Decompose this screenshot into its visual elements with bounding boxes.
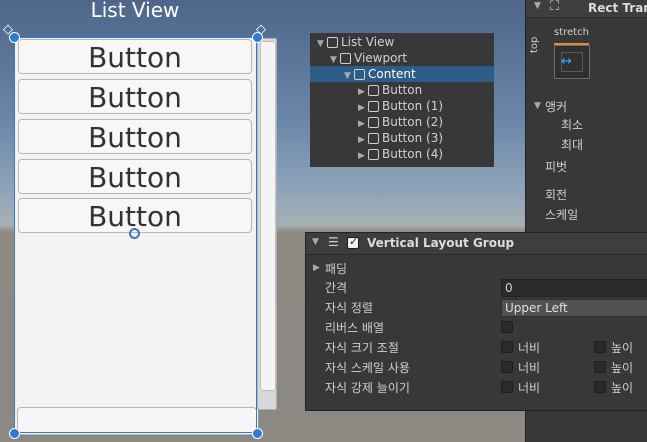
rect-transform-icon: ⛶ (550, 0, 560, 14)
hierarchy-panel: ▼ List View ▼ Viewport ▼ Content ▶ Button ▶ B… (310, 33, 494, 167)
gameobject-cube-icon (368, 149, 379, 160)
hierarchy-item-button[interactable]: ▶ Button (310, 82, 494, 98)
stretch-arrow-icon: ↔ (561, 54, 572, 69)
foldout-arrow-icon[interactable]: ▼ (312, 237, 319, 247)
component-title: Rect Tran (588, 1, 647, 15)
list-view-title: List View (90, 0, 180, 22)
vertical-layout-group-panel: ▼ ☰ Vertical Layout Group ▶ 패딩 간격 0 자식 정… (305, 232, 647, 411)
resize-handle-bottom-right[interactable] (252, 428, 263, 439)
gameobject-cube-icon (354, 69, 365, 80)
width-label: 너비 (518, 361, 541, 375)
control-child-size-label: 자식 크기 조절 (325, 341, 399, 355)
hierarchy-item-label: Button (3) (382, 131, 444, 145)
height-label: 높이 (611, 381, 634, 395)
height-label: 높이 (611, 341, 634, 355)
anchor-min-label: 최소 (561, 118, 584, 132)
anchor-side-label: top (529, 36, 540, 53)
gameobject-cube-icon (327, 37, 338, 48)
child-force-expand-label: 자식 강제 늘이기 (325, 381, 410, 395)
hierarchy-item-label: List View (341, 35, 395, 49)
hierarchy-item-button-4[interactable]: ▶ Button (4) (310, 146, 494, 162)
scale-label: 스케일 (545, 208, 579, 222)
hierarchy-item-content[interactable]: ▼ Content (310, 66, 494, 82)
list-button-3[interactable]: Button (18, 119, 252, 154)
hierarchy-item-list-view[interactable]: ▼ List View (310, 34, 494, 50)
list-button-4[interactable]: Button (18, 159, 252, 194)
child-alignment-dropdown[interactable]: Upper Left (501, 299, 647, 317)
gameobject-cube-icon (368, 85, 379, 96)
control-size-height-checkbox[interactable] (594, 341, 606, 353)
gameobject-cube-icon (368, 101, 379, 112)
gameobject-cube-icon (340, 53, 351, 64)
rotation-label: 회전 (545, 188, 568, 202)
height-label: 높이 (611, 361, 634, 375)
use-scale-height-checkbox[interactable] (594, 361, 606, 373)
list-button-2[interactable]: Button (18, 79, 252, 114)
anchor-preset-label: stretch (554, 27, 589, 38)
pivot-label: 피벗 (545, 160, 568, 174)
component-title: Vertical Layout Group (367, 236, 515, 250)
list-button-1[interactable]: Button (18, 39, 252, 74)
use-scale-width-checkbox[interactable] (501, 361, 513, 373)
anchor-top-right-icon[interactable]: ◇ (256, 22, 266, 37)
hierarchy-item-label: Button (2) (382, 115, 444, 129)
hierarchy-item-label: Button (4) (382, 147, 444, 161)
use-child-scale-label: 자식 스케일 사용 (325, 361, 410, 375)
spacing-label: 간격 (325, 281, 348, 295)
horizontal-scrollbar[interactable] (17, 407, 257, 435)
vertical-scrollbar[interactable] (257, 38, 277, 410)
reverse-arrangement-label: 리버스 배열 (325, 321, 385, 335)
rect-transform-header[interactable]: ▼ ⛶ Rect Tran (526, 0, 647, 18)
collapse-arrow-icon[interactable]: ▶ (358, 148, 368, 164)
force-expand-height-checkbox[interactable] (594, 381, 606, 393)
spacing-field[interactable]: 0 (501, 279, 647, 297)
reverse-arrangement-checkbox[interactable] (501, 321, 513, 333)
gameobject-cube-icon (368, 133, 379, 144)
child-alignment-label: 자식 정렬 (325, 301, 373, 315)
anchors-foldout-icon[interactable]: ▼ (534, 101, 541, 111)
foldout-arrow-icon[interactable]: ▼ (534, 1, 541, 11)
hierarchy-item-button-2[interactable]: ▶ Button (2) (310, 114, 494, 130)
gameobject-cube-icon (368, 117, 379, 128)
hierarchy-item-viewport[interactable]: ▼ Viewport (310, 50, 494, 66)
anchor-max-label: 최대 (561, 138, 584, 152)
layout-group-icon: ☰ (328, 235, 339, 249)
hierarchy-item-label: Content (368, 67, 416, 81)
width-label: 너비 (518, 381, 541, 395)
force-expand-width-checkbox[interactable] (501, 381, 513, 393)
resize-handle-bottom-left[interactable] (9, 428, 20, 439)
padding-foldout-icon[interactable]: ▶ (313, 263, 320, 273)
hierarchy-item-button-3[interactable]: ▶ Button (3) (310, 130, 494, 146)
padding-label[interactable]: 패딩 (325, 260, 347, 277)
hierarchy-item-button-1[interactable]: ▶ Button (1) (310, 98, 494, 114)
control-size-width-checkbox[interactable] (501, 341, 513, 353)
hierarchy-item-label: Viewport (354, 51, 408, 65)
anchors-label[interactable]: 앵커 (545, 98, 567, 115)
hierarchy-item-label: Button (1) (382, 99, 444, 113)
anchor-preset-button[interactable]: ↔ (554, 45, 590, 79)
anchor-top-left-icon[interactable]: ◇ (3, 22, 13, 37)
vertical-layout-group-header[interactable]: ▼ ☰ Vertical Layout Group (306, 233, 647, 255)
component-enabled-checkbox[interactable] (347, 235, 359, 249)
scrollbar-handle[interactable] (260, 41, 276, 391)
hierarchy-item-label: Button (382, 83, 423, 97)
width-label: 너비 (518, 341, 541, 355)
pivot-icon[interactable] (129, 228, 140, 239)
